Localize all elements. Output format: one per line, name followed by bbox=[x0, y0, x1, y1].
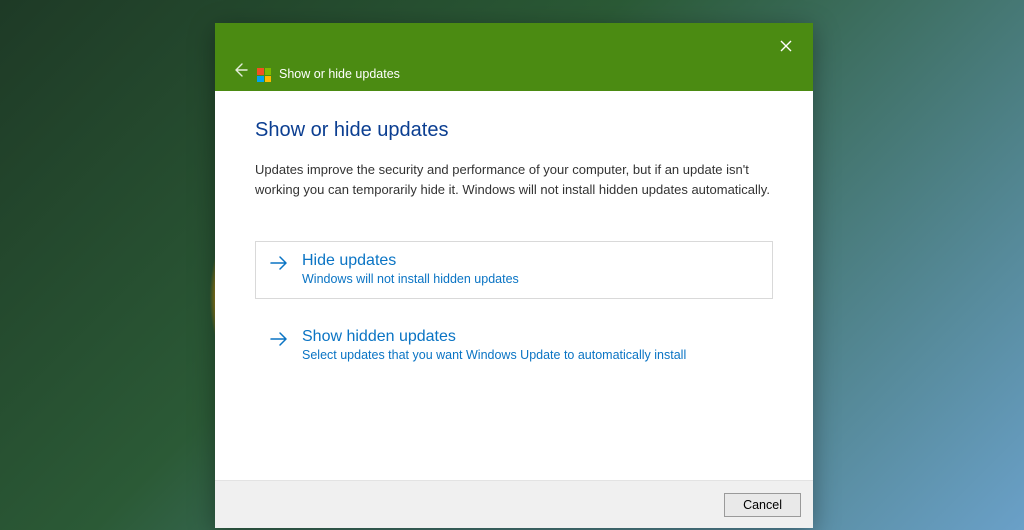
option-subtitle: Windows will not install hidden updates bbox=[302, 272, 519, 286]
page-description: Updates improve the security and perform… bbox=[255, 160, 773, 199]
dialog-footer: Cancel bbox=[215, 480, 813, 528]
titlebar: Show or hide updates bbox=[215, 23, 813, 91]
option-title: Hide updates bbox=[302, 252, 519, 270]
option-subtitle: Select updates that you want Windows Upd… bbox=[302, 348, 686, 362]
back-button[interactable] bbox=[229, 59, 251, 81]
close-icon bbox=[780, 40, 792, 52]
cancel-button[interactable]: Cancel bbox=[724, 493, 801, 517]
troubleshooter-dialog: Show or hide updates Show or hide update… bbox=[215, 23, 813, 528]
back-arrow-icon bbox=[232, 62, 248, 78]
option-title: Show hidden updates bbox=[302, 328, 686, 346]
page-heading: Show or hide updates bbox=[255, 119, 773, 142]
arrow-right-icon bbox=[270, 328, 288, 352]
option-show-hidden-updates[interactable]: Show hidden updates Select updates that … bbox=[255, 317, 773, 375]
dialog-content: Show or hide updates Updates improve the… bbox=[215, 91, 813, 480]
option-hide-updates[interactable]: Hide updates Windows will not install hi… bbox=[255, 241, 773, 299]
close-button[interactable] bbox=[773, 33, 799, 59]
window-title: Show or hide updates bbox=[279, 67, 400, 81]
microsoft-logo-icon bbox=[257, 68, 271, 82]
arrow-right-icon bbox=[270, 252, 288, 276]
